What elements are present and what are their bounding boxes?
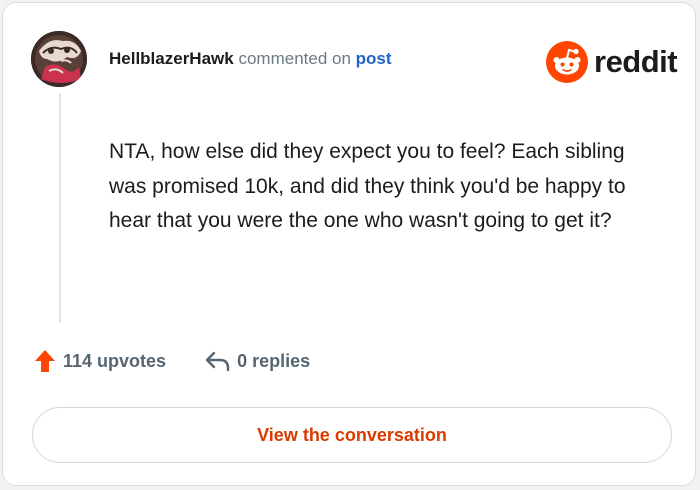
user-avatar-image (31, 31, 87, 87)
post-link[interactable]: post (356, 49, 392, 68)
comment-body: NTA, how else did they expect you to fee… (109, 140, 626, 232)
comment-header: HellblazerHawk commented on post (109, 47, 392, 71)
replies-count: 0 replies (237, 350, 311, 371)
upvote-arrow-icon (35, 350, 55, 372)
avatar[interactable] (31, 31, 87, 87)
reddit-wordmark: reddit (594, 44, 678, 79)
replies-stat[interactable]: 0 replies (204, 350, 310, 372)
view-conversation-button[interactable]: View the conversation (32, 407, 672, 463)
reply-arrow-icon (205, 351, 230, 372)
comment-card: HellblazerHawk commented on post reddit … (2, 2, 696, 486)
upvotes-stat[interactable]: 114 upvotes (34, 349, 166, 373)
upvotes-count: 114 upvotes (63, 350, 167, 371)
reddit-logo[interactable]: reddit (546, 41, 678, 83)
username[interactable]: HellblazerHawk (109, 49, 234, 68)
comment-stats: 114 upvotes 0 replies (34, 349, 310, 373)
thread-line (59, 93, 61, 323)
reddit-snoo-icon (546, 41, 588, 83)
commented-on-text: commented on (238, 49, 351, 68)
view-conversation-label: View the conversation (257, 424, 447, 445)
